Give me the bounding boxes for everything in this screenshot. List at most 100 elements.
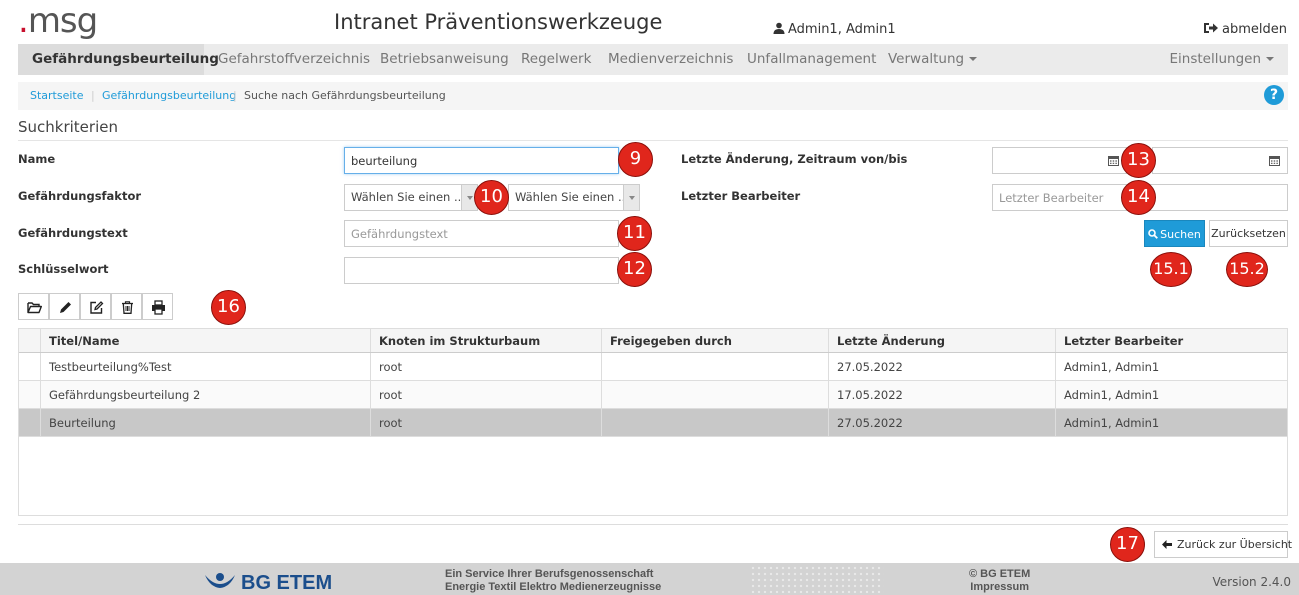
trash-icon (122, 301, 133, 314)
bg-etem-emblem-icon (205, 573, 235, 588)
msg-logo: .msg (18, 1, 98, 41)
column-header[interactable]: Letzte Änderung (828, 329, 1055, 352)
table-row[interactable]: Testbeurteilung%Test root 27.05.2022 Adm… (19, 353, 1287, 381)
table-cell: root (370, 353, 601, 380)
annotation-badge: 17 (1110, 527, 1145, 562)
annotation-badge: 9 (618, 142, 653, 177)
calendar-icon (1108, 156, 1119, 166)
row-selector[interactable] (19, 353, 40, 380)
schluesselwort-label: Schlüsselwort (18, 262, 109, 276)
annotation-badge: 15.1 (1150, 252, 1192, 287)
breadcrumb-current: Suche nach Gefährdungsbeurteilung (244, 89, 446, 102)
schluesselwort-input[interactable] (344, 257, 619, 284)
annotation-badge: 13 (1121, 143, 1156, 178)
chevron-down-icon (969, 57, 978, 61)
user-info: Admin1, Admin1 (773, 22, 896, 37)
annotation-badge: 16 (211, 290, 246, 325)
footer: BG ETEM Ein Service Ihrer Berufsgenossen… (0, 563, 1299, 595)
calendar-icon (1269, 156, 1280, 166)
edit-square-icon (90, 301, 104, 314)
table-cell: 27.05.2022 (828, 353, 1055, 380)
column-header[interactable]: Letzter Bearbeiter (1055, 329, 1287, 352)
gefaehrdungsfaktor-label: Gefährdungsfaktor (18, 189, 142, 203)
table-cell: Admin1, Admin1 (1055, 353, 1287, 380)
row-selector[interactable] (19, 381, 40, 408)
version-label: Version 2.4.0 (1212, 575, 1291, 589)
delete-button[interactable] (111, 293, 142, 320)
gefaehrdungstext-input[interactable] (344, 220, 619, 247)
letzte-aenderung-label: Letzte Änderung, Zeitraum von/bis (681, 152, 908, 166)
column-header[interactable]: Knoten im Strukturbaum (370, 329, 601, 352)
edit-button[interactable] (49, 293, 80, 320)
nav-item-regelwerk[interactable]: Regelwerk (507, 44, 605, 75)
table-cell: 27.05.2022 (828, 409, 1055, 436)
table-cell: Gefährdungsbeurteilung 2 (40, 381, 370, 408)
nav-item-betriebsanweisung[interactable]: Betriebsanweisung (366, 44, 523, 75)
open-button[interactable] (18, 293, 49, 320)
impressum-link[interactable]: Impressum (969, 581, 1030, 594)
edit-details-button[interactable] (80, 293, 111, 320)
table-cell (601, 409, 828, 436)
nav-item-einstellungen[interactable]: Einstellungen (1155, 44, 1288, 75)
table-cell (601, 381, 828, 408)
table-header: Titel/Name Knoten im Strukturbaum Freige… (19, 329, 1287, 353)
table-cell: 17.05.2022 (828, 381, 1055, 408)
user-icon (773, 22, 785, 34)
results-table: Titel/Name Knoten im Strukturbaum Freige… (18, 328, 1288, 516)
annotation-badge: 12 (617, 252, 652, 287)
nav-item-verwaltung[interactable]: Verwaltung (874, 44, 991, 75)
name-label: Name (18, 152, 56, 166)
annotation-badge: 15.2 (1226, 252, 1268, 287)
table-cell (601, 353, 828, 380)
column-header[interactable]: Freigegeben durch (601, 329, 828, 352)
date-to-input[interactable] (1152, 147, 1288, 174)
breadcrumb-parent[interactable]: Gefährdungsbeurteilung (102, 89, 236, 102)
nav-item-medienverzeichnis[interactable]: Medienverzeichnis (594, 44, 747, 75)
search-icon (1148, 229, 1159, 239)
table-cell: root (370, 381, 601, 408)
letzter-bearbeiter-label: Letzter Bearbeiter (681, 189, 801, 203)
search-button[interactable]: Suchen (1144, 220, 1205, 247)
header: .msg Intranet Präventionswerkzeuge Admin… (0, 0, 1299, 44)
annotation-badge: 10 (474, 180, 509, 215)
chevron-down-icon (623, 185, 639, 210)
section-title: Suchkriterien (18, 118, 118, 136)
folder-open-icon (27, 302, 42, 314)
footer-copyright: © BG ETEM Impressum (969, 568, 1031, 594)
app-title: Intranet Präventionswerkzeuge (334, 10, 663, 34)
date-from-input[interactable] (992, 147, 1127, 174)
print-button[interactable] (142, 293, 173, 320)
column-header[interactable]: Titel/Name (40, 329, 370, 352)
table-row-selected[interactable]: Beurteilung root 27.05.2022 Admin1, Admi… (19, 409, 1287, 437)
divider (18, 140, 1288, 141)
table-row[interactable]: Gefährdungsbeurteilung 2 root 17.05.2022… (19, 381, 1287, 409)
gefaehrdungsfaktor-select-2[interactable]: Wählen Sie einen ... (508, 184, 640, 211)
breadcrumb: Startseite | Gefährdungsbeurteilung | Su… (18, 82, 1288, 110)
table-cell: root (370, 409, 601, 436)
reset-button[interactable]: Zurücksetzen (1209, 220, 1288, 247)
row-selector[interactable] (19, 409, 40, 436)
back-to-overview-button[interactable]: Zurück zur Übersicht (1154, 531, 1292, 558)
table-cell: Admin1, Admin1 (1055, 409, 1287, 436)
breadcrumb-home[interactable]: Startseite (30, 89, 84, 102)
breadcrumb-separator: | (233, 89, 237, 102)
main-nav: Gefährdungsbeurteilung Gefahrstoffverzei… (18, 44, 1288, 75)
annotation-badge: 14 (1121, 180, 1156, 215)
user-name: Admin1, Admin1 (788, 22, 896, 37)
nav-item-unfallmanagement[interactable]: Unfallmanagement (733, 44, 890, 75)
sign-out-icon (1204, 23, 1219, 33)
nav-item-gefaehrdungsbeurteilung[interactable]: Gefährdungsbeurteilung (18, 44, 219, 75)
select-column-header (19, 329, 40, 352)
logout-link[interactable]: abmelden (1204, 22, 1287, 37)
nav-item-gefahrstoffverzeichnis[interactable]: Gefahrstoffverzeichnis (204, 44, 384, 75)
footer-service-text: Ein Service Ihrer Berufsgenossenschaft E… (445, 568, 662, 593)
print-icon (152, 300, 165, 315)
name-input[interactable] (344, 147, 619, 174)
gefaehrdungsfaktor-select-1[interactable]: Wählen Sie einen ... (344, 184, 478, 211)
help-icon[interactable]: ? (1264, 85, 1284, 105)
table-cell: Admin1, Admin1 (1055, 381, 1287, 408)
annotation-badge: 11 (617, 216, 652, 251)
app-root: .msg Intranet Präventionswerkzeuge Admin… (0, 0, 1299, 595)
table-cell: Beurteilung (40, 409, 370, 436)
gefaehrdungstext-label: Gefährdungstext (18, 226, 128, 240)
